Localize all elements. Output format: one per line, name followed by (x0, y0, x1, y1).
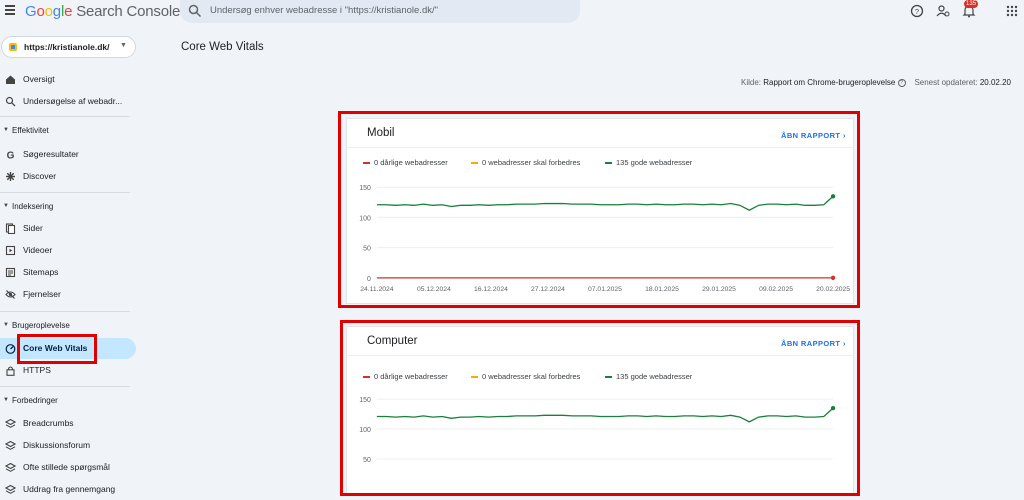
help-icon[interactable]: ? (897, 78, 906, 87)
sidebar-item-label: Søgeresultater (23, 149, 79, 159)
visibility-off-icon (5, 290, 16, 299)
chevron-down-icon: ▼ (120, 42, 127, 49)
sidebar-item-breadcrumbs[interactable]: Breadcrumbs (0, 413, 136, 434)
layers-icon (5, 440, 16, 450)
property-favicon-icon (9, 43, 17, 51)
section-label: Brugeroplevelse (12, 321, 70, 330)
sidebar-item-discover[interactable]: Discover (0, 166, 136, 187)
search-placeholder[interactable]: Undersøg enhver webadresse i "https://kr… (210, 5, 438, 16)
sidebar-item-label: Discover (23, 171, 57, 181)
sidebar-item-diskussionsforum[interactable]: Diskussionsforum (0, 435, 136, 456)
lock-icon (6, 366, 15, 376)
section-header-effektivitet[interactable]: ▼ Effektivitet (0, 124, 136, 138)
sidebar-item-label: Videoer (23, 245, 53, 255)
updated-value: 20.02.20 (979, 78, 1011, 87)
sitemap-icon (5, 267, 16, 278)
divider (0, 386, 130, 387)
caret-down-icon: ▼ (3, 322, 9, 328)
sidebar-item-label: Diskussionsforum (23, 440, 91, 450)
updated-label: Senest opdateret: (914, 78, 978, 87)
sidebar-item-sider[interactable]: Sider (0, 218, 136, 239)
report-source-line: Kilde: Rapport om Chrome-brugeroplevelse… (741, 78, 1011, 87)
sidebar-item-label: Fjernelser (23, 289, 61, 299)
search-icon (5, 96, 16, 107)
section-header-forbedringer[interactable]: ▼ Forbedringer (0, 394, 136, 408)
highlight-box (17, 334, 97, 364)
divider (0, 192, 130, 193)
layers-icon (5, 484, 16, 494)
asterisk-icon (6, 172, 15, 181)
svg-text:G: G (7, 151, 15, 161)
section-label: Forbedringer (12, 396, 58, 405)
caret-down-icon: ▼ (3, 127, 9, 133)
caret-down-icon: ▼ (3, 203, 9, 209)
menu-icon[interactable] (5, 5, 15, 15)
page-title: Core Web Vitals (181, 41, 264, 53)
url-inspection-search[interactable]: Undersøg enhver webadresse i "https://kr… (180, 0, 580, 23)
sidebar-item-fjernelser[interactable]: Fjernelser (0, 284, 136, 305)
section-label: Effektivitet (12, 126, 49, 135)
source-value: Rapport om Chrome-brugeroplevelse (763, 78, 896, 87)
section-label: Indeksering (12, 202, 54, 211)
sidebar-item-label: Breadcrumbs (23, 418, 74, 428)
sidebar-item-ofte-stillede-sporgsmal[interactable]: Ofte stillede spørgsmål (0, 457, 136, 478)
highlight-box (338, 111, 860, 308)
sidebar-item-sogeresultater[interactable]: G Søgeresultater (0, 144, 136, 165)
sidebar-item-videoer[interactable]: Videoer (0, 240, 136, 261)
caret-down-icon: ▼ (3, 397, 9, 403)
sidebar: https://kristianole.dk/ ▼ Oversigt Under… (0, 28, 145, 497)
sidebar-item-label: Sider (23, 223, 43, 233)
apps-grid-icon[interactable] (1005, 4, 1019, 18)
sidebar-item-label: Ofte stillede spørgsmål (23, 462, 110, 472)
layers-icon (5, 462, 16, 472)
google-search-console-logo[interactable]: Google Search Console (25, 3, 180, 20)
divider (0, 116, 130, 117)
section-header-indeksering[interactable]: ▼ Indeksering (0, 200, 136, 214)
sidebar-item-label: Sitemaps (23, 267, 59, 277)
divider (0, 311, 130, 312)
section-header-brugeroplevelse[interactable]: ▼ Brugeroplevelse (0, 319, 136, 333)
notification-count-badge: 135 (964, 0, 979, 8)
layers-icon (5, 418, 16, 428)
help-icon[interactable]: ? (910, 4, 924, 18)
google-g-icon: G (7, 151, 15, 161)
sidebar-item-sitemaps[interactable]: Sitemaps (0, 262, 136, 283)
source-label: Kilde: (741, 78, 762, 87)
sidebar-item-label: Uddrag fra gennemgang (23, 484, 116, 494)
property-url: https://kristianole.dk/ (24, 42, 110, 52)
video-pages-icon (5, 245, 16, 256)
sidebar-item-label: Undersøgelse af webadr... (23, 96, 123, 106)
pages-icon (5, 223, 16, 234)
speed-gauge-icon (5, 344, 16, 354)
highlight-box (340, 320, 860, 496)
search-icon (188, 4, 202, 18)
top-bar: Google Search Console Undersøg enhver we… (0, 0, 1024, 24)
svg-text:?: ? (915, 7, 919, 16)
manage-users-icon[interactable] (936, 4, 950, 18)
property-selector[interactable]: https://kristianole.dk/ ▼ (1, 36, 136, 58)
sidebar-item-oversigt[interactable]: Oversigt (0, 69, 136, 90)
home-icon (6, 75, 15, 84)
sidebar-item-label: HTTPS (23, 365, 51, 375)
sidebar-item-label: Oversigt (23, 74, 55, 84)
sidebar-item-url-inspection[interactable]: Undersøgelse af webadr... (0, 91, 136, 112)
